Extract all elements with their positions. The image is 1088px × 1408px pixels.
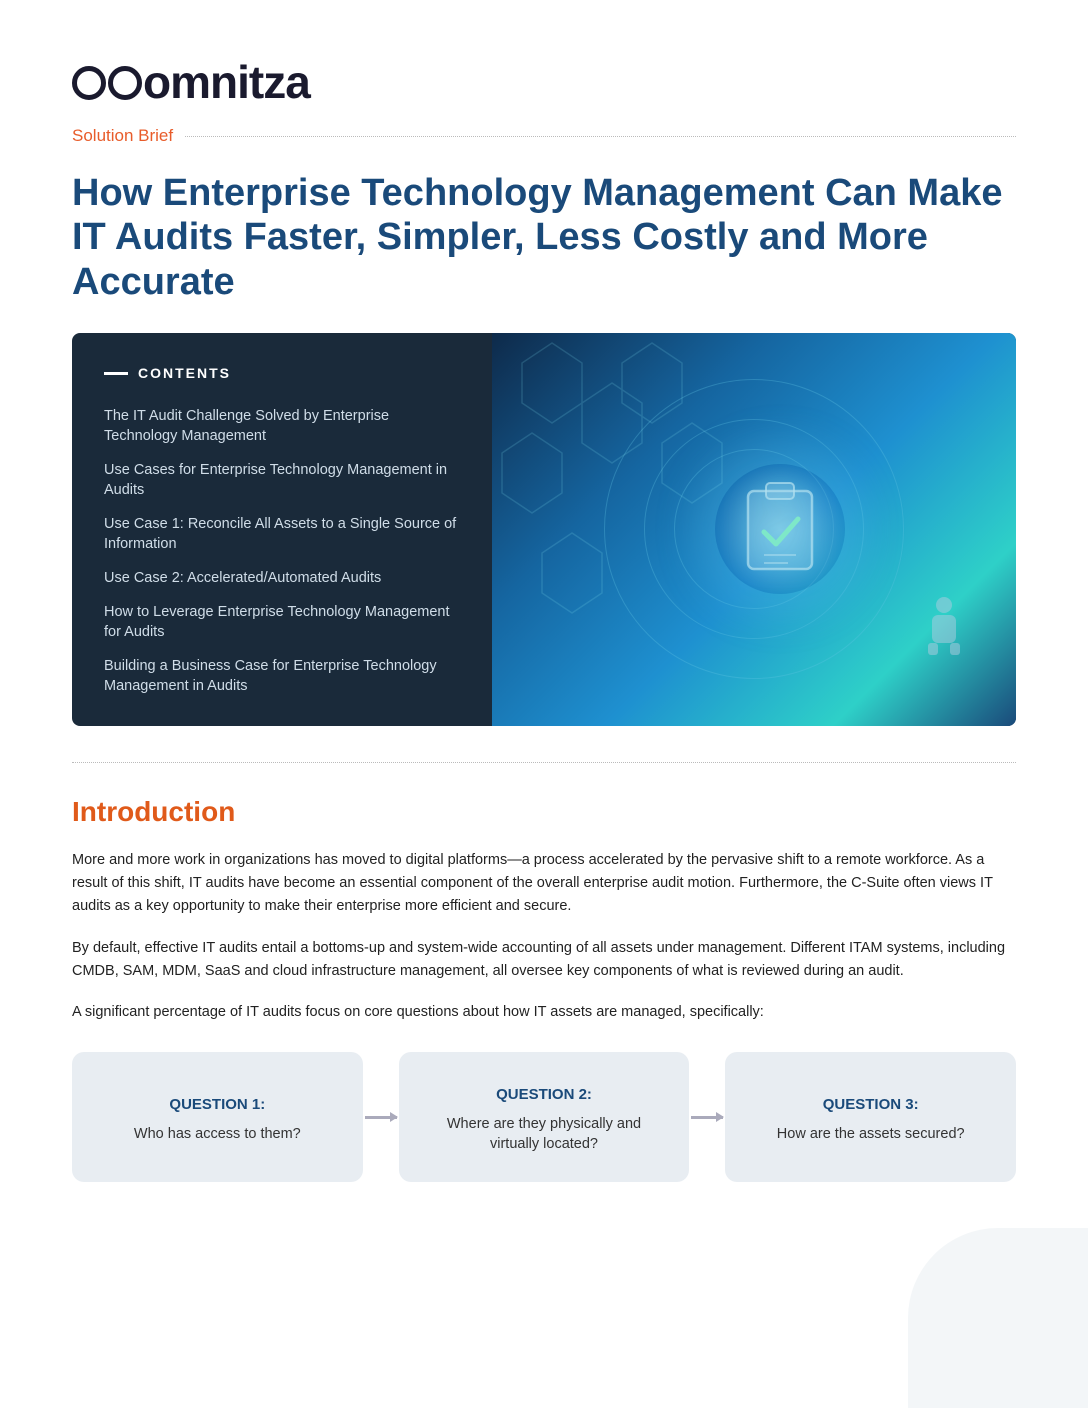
bottom-decoration xyxy=(908,1228,1088,1408)
solution-brief-label: Solution Brief xyxy=(72,123,173,149)
contents-hero-image xyxy=(492,333,1016,726)
logo-circle-1 xyxy=(72,66,106,100)
question-3-text: How are the assets secured? xyxy=(777,1124,965,1144)
contents-image xyxy=(492,333,1016,726)
contents-box: CONTENTS The IT Audit Challenge Solved b… xyxy=(72,333,1016,726)
intro-para-1: More and more work in organizations has … xyxy=(72,849,1016,919)
question-1-label: QUESTION 1: xyxy=(169,1094,265,1117)
question-1-text: Who has access to them? xyxy=(134,1124,301,1144)
contents-item-1[interactable]: The IT Audit Challenge Solved by Enterpr… xyxy=(104,406,464,446)
main-title: How Enterprise Technology Management Can… xyxy=(72,171,1016,305)
arrow-line-2 xyxy=(691,1116,723,1119)
logo-circle-2 xyxy=(108,66,142,100)
clipboard-svg xyxy=(740,477,820,577)
question-2-text: Where are they physically and virtually … xyxy=(421,1114,668,1155)
contents-left: CONTENTS The IT Audit Challenge Solved b… xyxy=(72,333,492,726)
page: omnitza Solution Brief How Enterprise Te… xyxy=(0,0,1088,1408)
question-3-label: QUESTION 3: xyxy=(823,1094,919,1117)
arrow-1 xyxy=(363,1116,399,1119)
question-2-label: QUESTION 2: xyxy=(496,1084,592,1107)
questions-row: QUESTION 1: Who has access to them? QUES… xyxy=(72,1052,1016,1182)
logo-label: omnitza xyxy=(143,48,310,117)
contents-item-3[interactable]: Use Case 1: Reconcile All Assets to a Si… xyxy=(104,514,464,554)
contents-dash xyxy=(104,372,128,375)
logo: omnitza xyxy=(72,48,1016,117)
contents-items-list: The IT Audit Challenge Solved by Enterpr… xyxy=(104,406,464,696)
solution-brief-row: Solution Brief xyxy=(72,123,1016,149)
logo-oo-circles xyxy=(72,66,142,100)
question-card-3: QUESTION 3: How are the assets secured? xyxy=(725,1052,1016,1182)
contents-title: CONTENTS xyxy=(138,363,231,384)
question-card-2: QUESTION 2: Where are they physically an… xyxy=(399,1052,690,1182)
intro-para-3: A significant percentage of IT audits fo… xyxy=(72,1001,1016,1024)
contents-item-6[interactable]: Building a Business Case for Enterprise … xyxy=(104,656,464,696)
contents-item-2[interactable]: Use Cases for Enterprise Technology Mana… xyxy=(104,460,464,500)
arrow-2 xyxy=(689,1116,725,1119)
person-silhouette xyxy=(924,595,964,655)
contents-item-5[interactable]: How to Leverage Enterprise Technology Ma… xyxy=(104,602,464,642)
contents-item-4[interactable]: Use Case 2: Accelerated/Automated Audits xyxy=(104,568,464,588)
separator-1 xyxy=(72,762,1016,763)
intro-para-2: By default, effective IT audits entail a… xyxy=(72,937,1016,983)
question-card-1: QUESTION 1: Who has access to them? xyxy=(72,1052,363,1182)
intro-title: Introduction xyxy=(72,791,1016,833)
solution-brief-divider xyxy=(185,136,1016,137)
contents-header: CONTENTS xyxy=(104,363,464,384)
arrow-line-1 xyxy=(365,1116,397,1119)
